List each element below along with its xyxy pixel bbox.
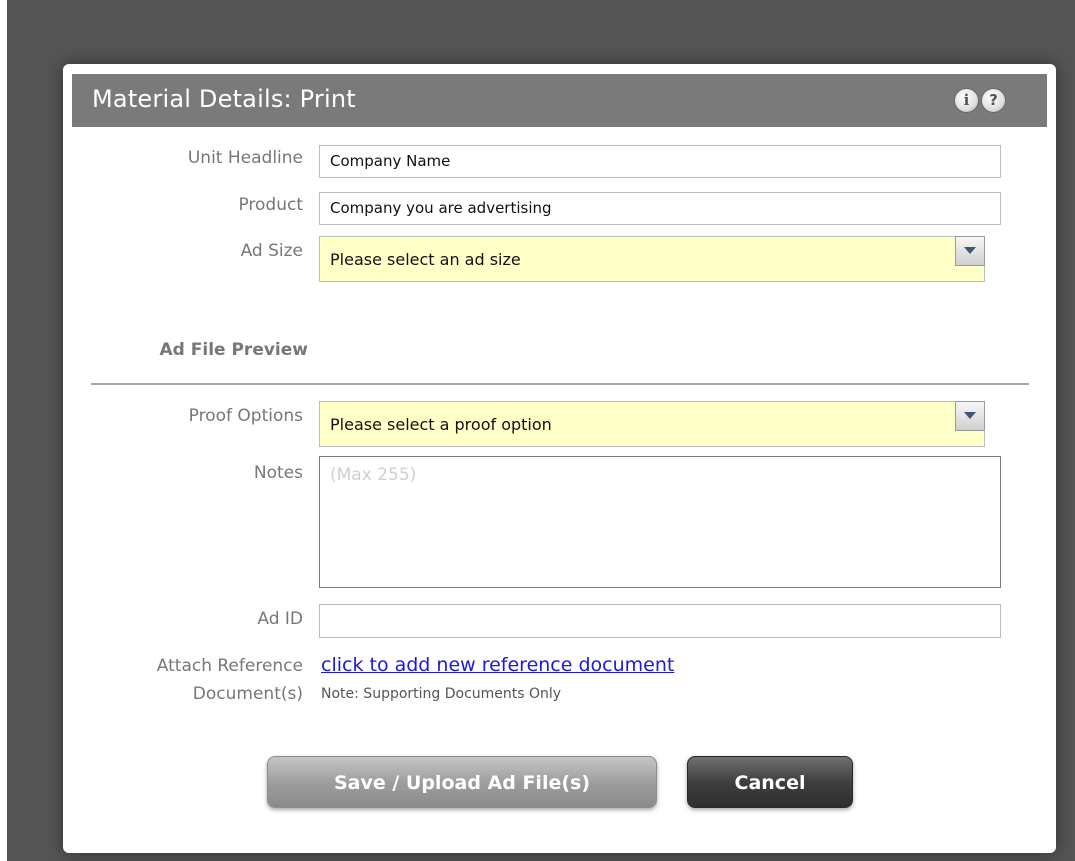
notes-label: Notes [253,463,303,483]
add-reference-document-link[interactable]: click to add new reference document [321,654,674,676]
save-upload-button[interactable]: Save / Upload Ad File(s) [267,756,657,808]
window-edge [0,0,7,861]
proof-options-select[interactable]: Please select a proof option [319,401,985,447]
help-icon[interactable]: ? [981,88,1006,113]
info-icon[interactable]: i [954,88,979,113]
ad-file-preview-label: Ad File Preview [159,340,308,360]
ad-id-label: Ad ID [257,609,303,629]
product-label: Product [238,195,303,215]
notes-textarea[interactable]: (Max 255) [319,456,1001,588]
cancel-button[interactable]: Cancel [687,756,853,808]
ad-size-select[interactable]: Please select an ad size [319,236,985,282]
ad-id-input[interactable] [319,604,1001,638]
ad-size-selected-value: Please select an ad size [330,250,521,269]
section-divider [91,383,1029,385]
material-details-dialog: Material Details: Print i ? Unit Headlin… [63,64,1056,853]
unit-headline-input[interactable]: Company Name [319,145,1001,178]
dialog-header: Material Details: Print i ? [72,74,1047,127]
product-input[interactable]: Company you are advertising [319,192,1001,225]
dialog-title: Material Details: Print [92,85,356,113]
proof-options-label: Proof Options [188,406,303,426]
unit-headline-label: Unit Headline [187,148,303,168]
notes-placeholder: (Max 255) [330,465,417,485]
chevron-down-icon[interactable] [955,401,985,431]
supporting-documents-note: Note: Supporting Documents Only [321,686,562,702]
attach-reference-label-line1: Attach Reference [156,656,303,676]
attach-reference-label-line2: Document(s) [192,684,303,704]
ad-size-label: Ad Size [240,241,303,261]
proof-options-selected-value: Please select a proof option [330,415,552,434]
chevron-down-icon[interactable] [955,236,985,266]
